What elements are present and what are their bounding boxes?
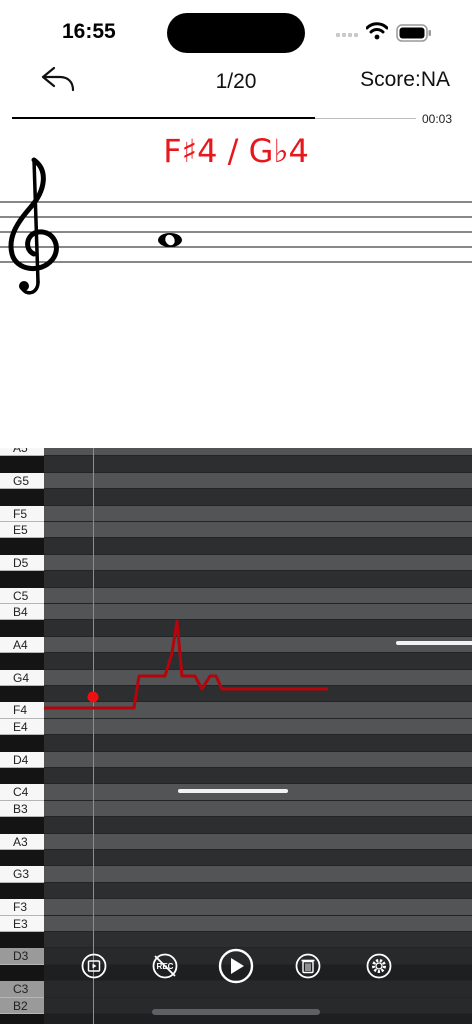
sung-pitch-line — [44, 619, 328, 710]
staff-lines — [0, 201, 472, 263]
whole-note — [158, 233, 182, 247]
bottom-toolbar: REC — [0, 940, 472, 996]
music-staff — [0, 157, 472, 295]
treble-clef-icon — [8, 157, 59, 295]
wifi-icon — [366, 22, 388, 40]
settings-gear-button[interactable] — [365, 952, 393, 980]
status-time: 16:55 — [62, 20, 116, 43]
score-label: Score:NA — [360, 68, 450, 91]
battery-icon — [396, 24, 431, 42]
video-record-button[interactable] — [80, 952, 108, 980]
home-indicator — [152, 1009, 320, 1015]
playback-progress — [12, 117, 416, 119]
playback-progress-fill — [12, 117, 315, 119]
play-button[interactable] — [218, 948, 254, 984]
nav-bar: 1/20 Score:NA — [0, 60, 472, 110]
current-pitch-dot — [87, 691, 99, 703]
rec-disabled-button[interactable]: REC — [151, 952, 179, 980]
piano-roll[interactable]: A5 G5 F5 E5 D5 C5 B4 A4 G4 F4 E4 D4 C4 B3 A3 G3 F3 E3 D3 C3… — [0, 448, 472, 1024]
pitch-trace — [44, 619, 472, 793]
delete-button[interactable] — [294, 952, 322, 980]
duration-label: 00:03 — [422, 112, 453, 126]
cellular-signal-icon — [336, 33, 358, 37]
status-bar: 16:55 — [0, 0, 472, 60]
dynamic-island — [167, 13, 305, 53]
